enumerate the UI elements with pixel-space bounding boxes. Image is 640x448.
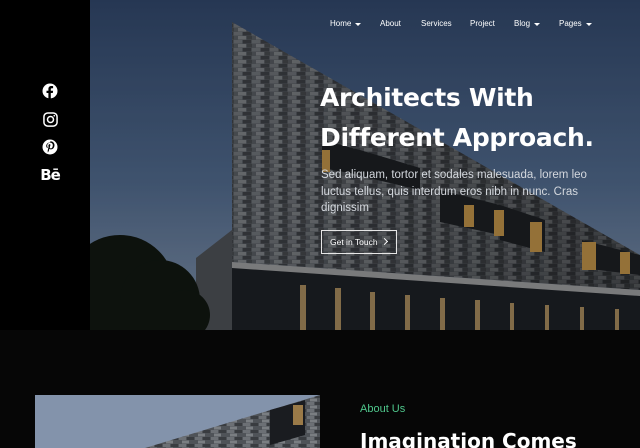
chevron-down-icon bbox=[534, 22, 541, 26]
get-in-touch-label: Get in Touch bbox=[330, 237, 378, 247]
nav-item-home[interactable]: Home bbox=[330, 18, 362, 30]
chevron-down-icon bbox=[355, 22, 362, 26]
page: Bē Home About Services Project Blog Page… bbox=[0, 0, 640, 448]
nav-item-project[interactable]: Project bbox=[470, 18, 495, 30]
nav-item-label: Blog bbox=[514, 19, 531, 28]
hero-title-line-2: Different Approach. bbox=[320, 123, 594, 152]
nav-item-label: About bbox=[380, 19, 401, 28]
instagram-icon[interactable] bbox=[40, 109, 60, 129]
chevron-right-icon bbox=[380, 237, 389, 246]
about-heading: Imagination Comes bbox=[360, 429, 577, 448]
nav-item-label: Services bbox=[421, 19, 452, 28]
nav-item-services[interactable]: Services bbox=[421, 18, 452, 30]
about-label: About Us bbox=[360, 403, 406, 415]
about-building-image bbox=[35, 395, 320, 448]
behance-icon[interactable]: Bē bbox=[40, 165, 61, 185]
hero-building-image bbox=[0, 0, 640, 330]
hero-description: Sed aliquam, tortor et sodales malesuada… bbox=[321, 169, 587, 214]
nav-item-about[interactable]: About bbox=[380, 18, 401, 30]
pinterest-icon[interactable] bbox=[40, 137, 60, 157]
hero-title-line-1: Architects With bbox=[320, 83, 534, 112]
nav-item-label: Home bbox=[330, 19, 352, 28]
hero-title: Architects With Different Approach. bbox=[320, 78, 620, 158]
nav-item-label: Pages bbox=[559, 19, 582, 28]
chevron-down-icon bbox=[585, 22, 592, 26]
get-in-touch-button[interactable]: Get in Touch bbox=[321, 230, 397, 254]
nav-item-label: Project bbox=[470, 19, 495, 28]
nav-item-pages[interactable]: Pages bbox=[559, 18, 592, 30]
facebook-icon[interactable] bbox=[40, 81, 60, 101]
hero-section: Bē Home About Services Project Blog Page… bbox=[0, 0, 640, 330]
nav-item-blog[interactable]: Blog bbox=[514, 18, 541, 30]
social-sidebar: Bē bbox=[0, 0, 90, 330]
